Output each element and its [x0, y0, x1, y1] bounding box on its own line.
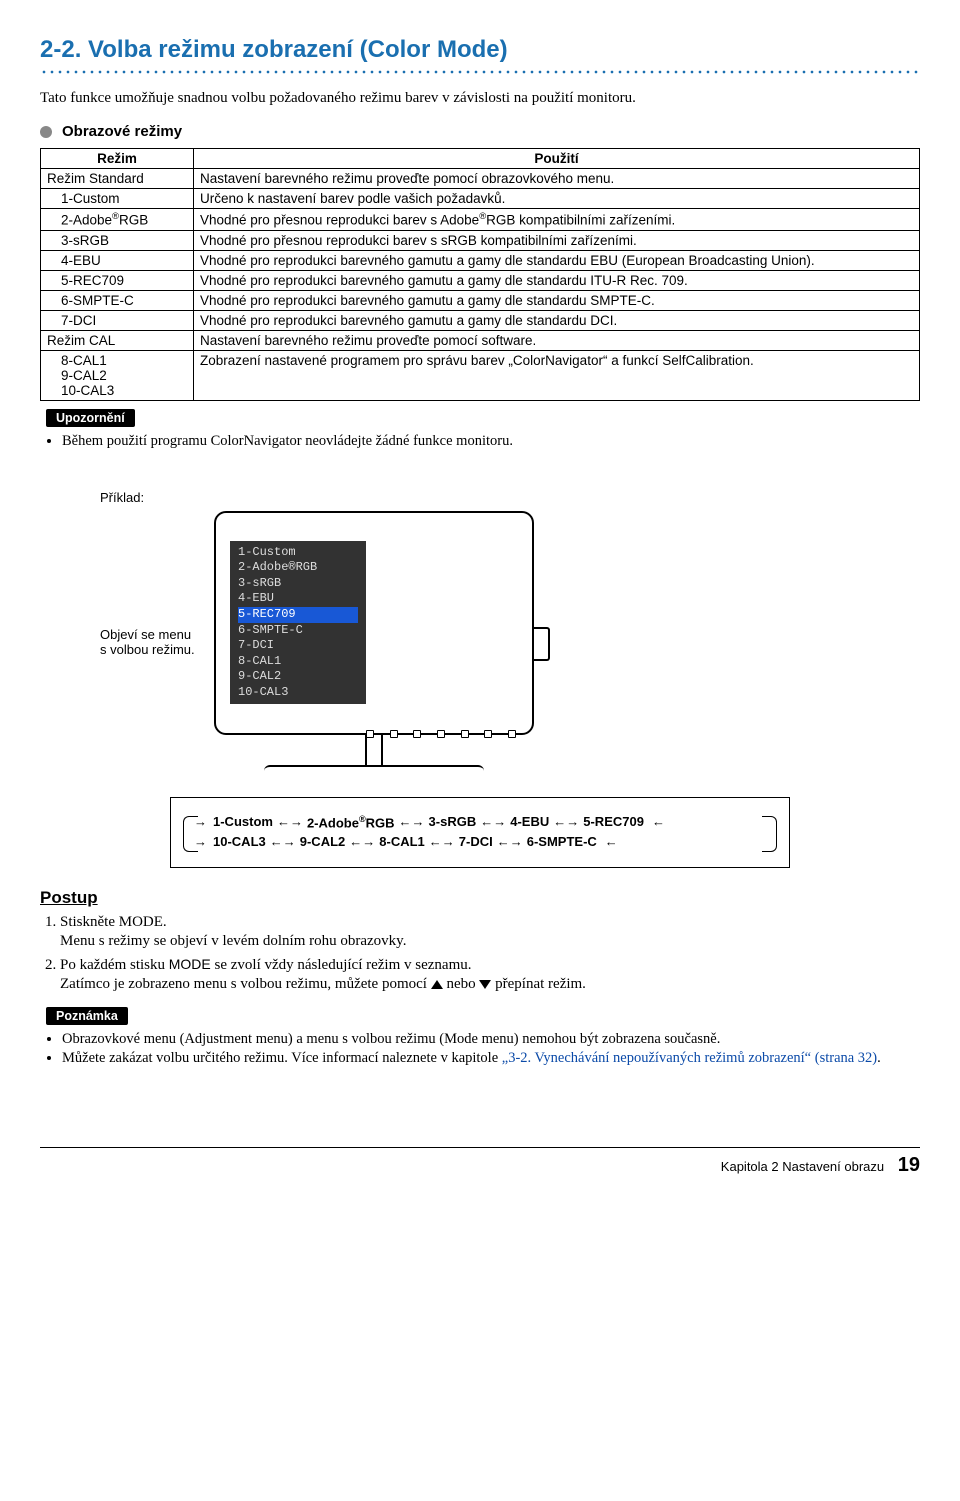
- bullet-icon: [40, 126, 52, 138]
- table-row: 8-CAL19-CAL210-CAL3Zobrazení nastavené p…: [41, 350, 920, 400]
- desc-cell: Vhodné pro reprodukci barevného gamutu a…: [194, 290, 920, 310]
- mode-cell: Režim Standard: [41, 169, 194, 189]
- desc-cell: Zobrazení nastavené programem pro správu…: [194, 350, 920, 400]
- mode-cell: 5-REC709: [41, 270, 194, 290]
- table-header-mode: Režim: [41, 149, 194, 169]
- table-header-usage: Použití: [194, 149, 920, 169]
- desc-cell: Určeno k nastavení barev podle vašich po…: [194, 189, 920, 209]
- osd-item: 2-Adobe®RGB: [238, 560, 358, 576]
- step-1: Stiskněte MODE. Menu s režimy se objeví …: [60, 914, 920, 950]
- osd-item: 4-EBU: [238, 591, 358, 607]
- footer-page-number: 19: [898, 1154, 920, 1176]
- osd-item: 3-sRGB: [238, 576, 358, 592]
- table-row: 1-CustomUrčeno k nastavení barev podle v…: [41, 189, 920, 209]
- procedure-heading: Postup: [40, 888, 920, 908]
- up-arrow-icon: [431, 980, 443, 989]
- mode-cell: 1-Custom: [41, 189, 194, 209]
- desc-cell: Vhodné pro přesnou reprodukci barev s Ad…: [194, 209, 920, 231]
- mode-cell: 3-sRGB: [41, 230, 194, 250]
- desc-cell: Vhodné pro reprodukci barevného gamutu a…: [194, 250, 920, 270]
- desc-cell: Vhodné pro přesnou reprodukci barev s sR…: [194, 230, 920, 250]
- mode-cell: 6-SMPTE-C: [41, 290, 194, 310]
- dotted-divider: [40, 68, 920, 76]
- cycle-item: 1-Custom: [213, 814, 273, 829]
- mode-cell: 4-EBU: [41, 250, 194, 270]
- monitor-buttons: [366, 729, 516, 739]
- osd-item: 1-Custom: [238, 545, 358, 561]
- cycle-row-top: →1-Custom←→2-Adobe®RGB←→3-sRGB←→4-EBU←→5…: [189, 814, 769, 830]
- desc-cell: Vhodné pro reprodukci barevného gamutu a…: [194, 270, 920, 290]
- cycle-item: 7-DCI: [459, 834, 493, 849]
- cycle-item: 6-SMPTE-C: [527, 834, 597, 849]
- note-list: Obrazovkové menu (Adjustment menu) a men…: [44, 1031, 920, 1067]
- table-row: Režim StandardNastavení barevného režimu…: [41, 169, 920, 189]
- table-row: 2-Adobe®RGBVhodné pro přesnou reprodukci…: [41, 209, 920, 231]
- example-caption: Objeví se menu s volbou režimu.: [100, 627, 200, 657]
- warning-item: Během použití programu ColorNavigator ne…: [62, 433, 920, 450]
- desc-cell: Vhodné pro reprodukci barevného gamutu a…: [194, 310, 920, 330]
- table-row: 7-DCIVhodné pro reprodukci barevného gam…: [41, 310, 920, 330]
- section-title: 2-2. Volba režimu zobrazení (Color Mode): [40, 36, 920, 64]
- table-row: 3-sRGBVhodné pro přesnou reprodukci bare…: [41, 230, 920, 250]
- table-row: 5-REC709Vhodné pro reprodukci barevného …: [41, 270, 920, 290]
- osd-item: 7-DCI: [238, 638, 358, 654]
- osd-item: 5-REC709: [238, 607, 358, 623]
- mode-cycle-diagram: →1-Custom←→2-Adobe®RGB←→3-sRGB←→4-EBU←→5…: [170, 797, 790, 868]
- intro-text: Tato funkce umožňuje snadnou volbu požad…: [40, 90, 920, 107]
- cycle-item: 2-Adobe®RGB: [307, 814, 395, 830]
- osd-item: 8-CAL1: [238, 654, 358, 670]
- step-2: Po každém stisku MODE se zvolí vždy násl…: [60, 956, 920, 993]
- cycle-item: 8-CAL1: [379, 834, 425, 849]
- osd-item: 10-CAL3: [238, 685, 358, 701]
- procedure-steps: Stiskněte MODE. Menu s režimy se objeví …: [40, 914, 920, 993]
- subsection-row: Obrazové režimy: [40, 123, 920, 140]
- osd-item: 9-CAL2: [238, 669, 358, 685]
- table-row: Režim CALNastavení barevného režimu prov…: [41, 330, 920, 350]
- cycle-item: 5-REC709: [583, 814, 644, 829]
- subsection-heading: Obrazové režimy: [62, 123, 182, 140]
- monitor-side-port: [534, 627, 550, 661]
- modes-table: Režim Použití Režim StandardNastavení ba…: [40, 148, 920, 401]
- down-arrow-icon: [479, 980, 491, 989]
- osd-menu: 1-Custom2-Adobe®RGB3-sRGB4-EBU5-REC7096-…: [230, 541, 366, 705]
- page-footer: Kapitola 2 Nastavení obrazu 19: [40, 1147, 920, 1177]
- warning-list: Během použití programu ColorNavigator ne…: [44, 433, 920, 450]
- note-item-1: Obrazovkové menu (Adjustment menu) a men…: [62, 1031, 920, 1048]
- cycle-row-bottom: →10-CAL3←→9-CAL2←→8-CAL1←→7-DCI←→6-SMPTE…: [189, 834, 769, 849]
- osd-item: 6-SMPTE-C: [238, 623, 358, 639]
- desc-cell: Nastavení barevného režimu proveďte pomo…: [194, 330, 920, 350]
- cycle-item: 9-CAL2: [300, 834, 346, 849]
- monitor-illustration: 1-Custom2-Adobe®RGB3-sRGB4-EBU5-REC7096-…: [214, 511, 534, 773]
- example-label: Příklad:: [100, 490, 920, 505]
- cross-reference-link[interactable]: „3-2. Vynechávání nepoužívaných režimů z…: [502, 1050, 877, 1066]
- step-2-body: Zatímco je zobrazeno menu s volbou režim…: [60, 976, 920, 993]
- mode-cell: 7-DCI: [41, 310, 194, 330]
- cycle-item: 3-sRGB: [429, 814, 477, 829]
- note-tag: Poznámka: [46, 1007, 128, 1025]
- footer-chapter: Kapitola 2 Nastavení obrazu: [721, 1159, 884, 1174]
- mode-cell: 8-CAL19-CAL210-CAL3: [41, 350, 194, 400]
- mode-cell: Režim CAL: [41, 330, 194, 350]
- table-row: 6-SMPTE-CVhodné pro reprodukci barevného…: [41, 290, 920, 310]
- note-item-2: Můžete zakázat volbu určitého režimu. Ví…: [62, 1050, 920, 1067]
- cycle-item: 10-CAL3: [213, 834, 266, 849]
- desc-cell: Nastavení barevného režimu proveďte pomo…: [194, 169, 920, 189]
- warning-tag: Upozornění: [46, 409, 135, 427]
- table-row: 4-EBUVhodné pro reprodukci barevného gam…: [41, 250, 920, 270]
- mode-cell: 2-Adobe®RGB: [41, 209, 194, 231]
- step-1-body: Menu s režimy se objeví v levém dolním r…: [60, 933, 920, 950]
- cycle-item: 4-EBU: [510, 814, 549, 829]
